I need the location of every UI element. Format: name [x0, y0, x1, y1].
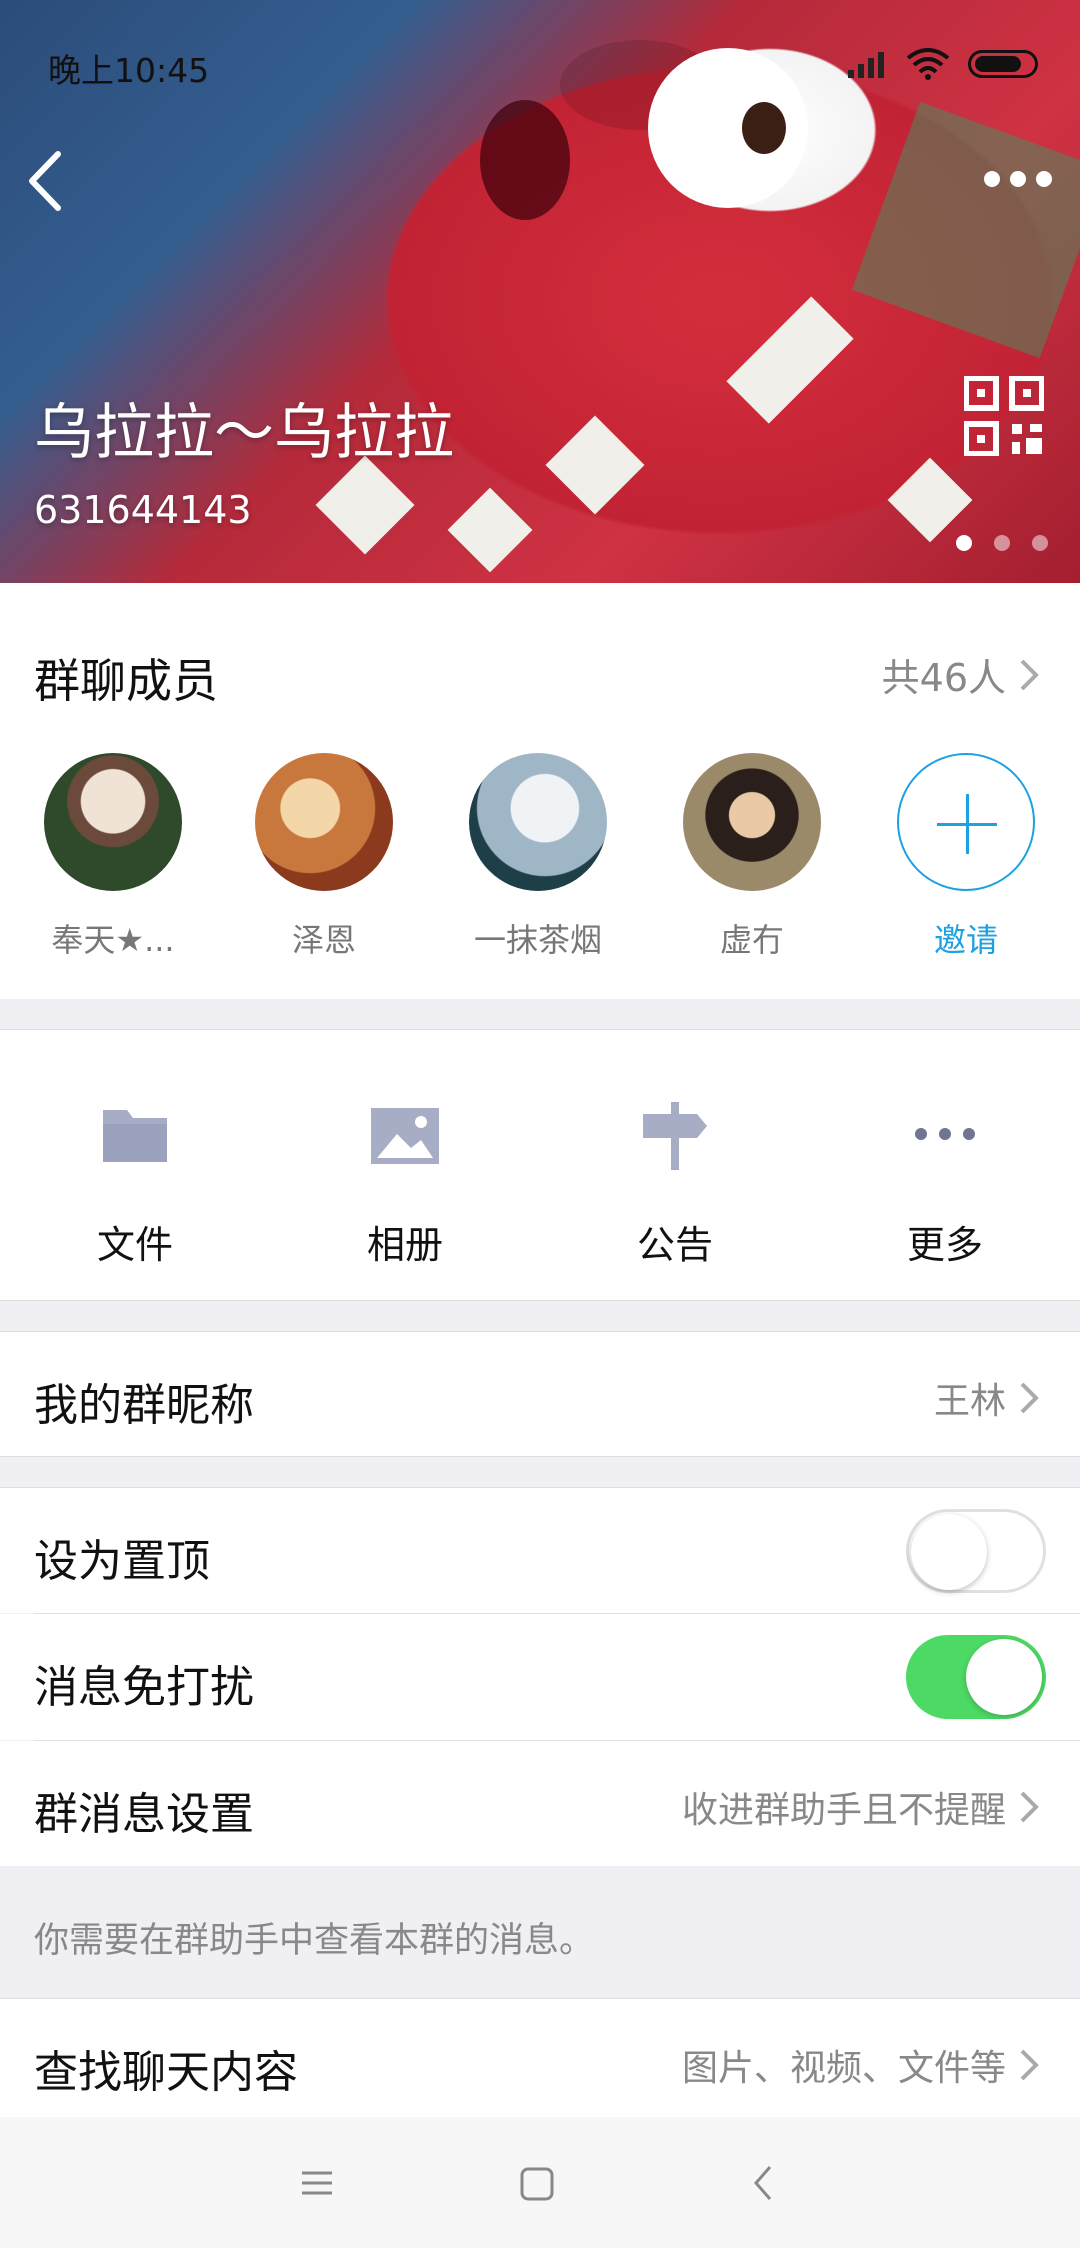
toggle-knob	[911, 1514, 987, 1590]
feature-more[interactable]: 更多	[845, 1100, 1045, 1269]
system-navigation-bar	[0, 2117, 1080, 2248]
members-count-link[interactable]: 共46人	[882, 647, 1044, 702]
more-dots-icon	[915, 1128, 975, 1140]
wifi-icon	[906, 48, 950, 80]
home-icon[interactable]	[506, 2153, 566, 2213]
feature-label: 相册	[366, 1223, 443, 1267]
group-header-banner[interactable]: 晚上10:45 乌拉拉～乌拉拉 631644143	[0, 0, 1080, 583]
mute-toggle[interactable]	[906, 1635, 1046, 1719]
page-dot	[994, 535, 1010, 551]
toggle-knob	[966, 1639, 1042, 1715]
group-members-section: 群聊成员 共46人 奉天★... 泽恩 一抹茶烟 虚冇 邀请	[0, 583, 1080, 999]
back-arrow-icon[interactable]	[20, 146, 80, 216]
status-icons	[848, 48, 1038, 80]
banner-art-tooth	[545, 415, 645, 515]
dot-icon	[984, 171, 1000, 187]
avatar	[683, 753, 821, 891]
status-time: 晚上10:45	[48, 51, 210, 90]
row-label: 查找聊天内容	[34, 2047, 298, 2098]
invite-label: 邀请	[933, 921, 998, 959]
banner-art-leaf	[851, 101, 1080, 359]
assistant-note: 你需要在群助手中查看本群的消息。	[0, 1866, 1080, 1998]
my-nickname-row[interactable]: 我的群昵称 王林	[0, 1331, 1080, 1457]
feature-announcement[interactable]: 公告	[575, 1100, 775, 1269]
pin-toggle[interactable]	[906, 1509, 1046, 1593]
search-chat-value: 图片、视频、文件等	[681, 2048, 1006, 2089]
banner-page-dots	[956, 535, 1048, 551]
group-message-settings-row[interactable]: 群消息设置 收进群助手且不提醒	[0, 1741, 1080, 1867]
group-feature-grid: 文件 相册 公告 更多	[0, 1029, 1080, 1301]
pin-to-top-row: 设为置顶	[0, 1487, 1080, 1613]
member-item[interactable]: 泽恩	[234, 753, 414, 961]
back-icon[interactable]	[734, 2153, 794, 2213]
avatar	[255, 753, 393, 891]
more-options-button[interactable]	[984, 165, 1054, 193]
chevron-right-icon	[1020, 1382, 1039, 1414]
banner-art-tooth	[726, 296, 854, 424]
dot-icon	[1010, 171, 1026, 187]
chevron-right-icon	[1020, 659, 1039, 690]
feature-files[interactable]: 文件	[35, 1100, 235, 1269]
members-title: 群聊成员	[34, 654, 218, 708]
member-name: 虚冇	[719, 921, 784, 959]
member-name: 泽恩	[291, 921, 356, 959]
chevron-right-icon	[1020, 2049, 1039, 2081]
row-label: 我的群昵称	[34, 1380, 254, 1431]
image-icon	[371, 1108, 439, 1164]
members-count: 共46人	[881, 656, 1006, 700]
feature-label: 公告	[636, 1223, 713, 1267]
feature-label: 文件	[96, 1223, 173, 1267]
chevron-right-icon	[1020, 1791, 1039, 1823]
banner-art-tooth	[447, 487, 533, 573]
member-name: 奉天★...	[51, 921, 175, 959]
row-label: 消息免打扰	[34, 1662, 254, 1713]
invite-member-button[interactable]: 邀请	[876, 753, 1056, 961]
row-label: 设为置顶	[34, 1536, 210, 1587]
group-name: 乌拉拉～乌拉拉	[34, 398, 454, 468]
feature-album[interactable]: 相册	[305, 1100, 505, 1269]
banner-art-tooth	[887, 457, 973, 543]
folder-icon	[103, 1110, 167, 1162]
nickname-value: 王林	[933, 1381, 1006, 1422]
signal-icon	[848, 50, 888, 78]
row-value: 收进群助手且不提醒	[682, 1781, 1044, 1833]
do-not-disturb-row: 消息免打扰	[0, 1614, 1080, 1740]
battery-icon	[968, 50, 1038, 78]
dot-icon	[1036, 171, 1052, 187]
member-item[interactable]: 奉天★...	[23, 753, 203, 961]
row-value: 图片、视频、文件等	[682, 2039, 1044, 2091]
group-id: 631644143	[34, 488, 252, 532]
row-value: 王林	[934, 1372, 1044, 1424]
feature-label: 更多	[906, 1223, 983, 1267]
plus-icon	[897, 753, 1035, 891]
page-dot	[1032, 535, 1048, 551]
signpost-icon	[643, 1102, 707, 1170]
avatar	[469, 753, 607, 891]
avatar	[44, 753, 182, 891]
menu-icon[interactable]	[286, 2153, 346, 2213]
row-label: 群消息设置	[34, 1789, 254, 1840]
member-item[interactable]: 虚冇	[662, 753, 842, 961]
note-text: 你需要在群助手中查看本群的消息。	[34, 1921, 595, 1961]
member-item[interactable]: 一抹茶烟	[448, 753, 628, 961]
qr-code-icon[interactable]	[964, 376, 1044, 456]
status-bar: 晚上10:45	[0, 0, 1080, 130]
member-name: 一抹茶烟	[473, 921, 602, 959]
search-chat-row[interactable]: 查找聊天内容 图片、视频、文件等	[0, 1998, 1080, 2124]
message-settings-value: 收进群助手且不提醒	[681, 1790, 1006, 1831]
page-dot-active	[956, 535, 972, 551]
